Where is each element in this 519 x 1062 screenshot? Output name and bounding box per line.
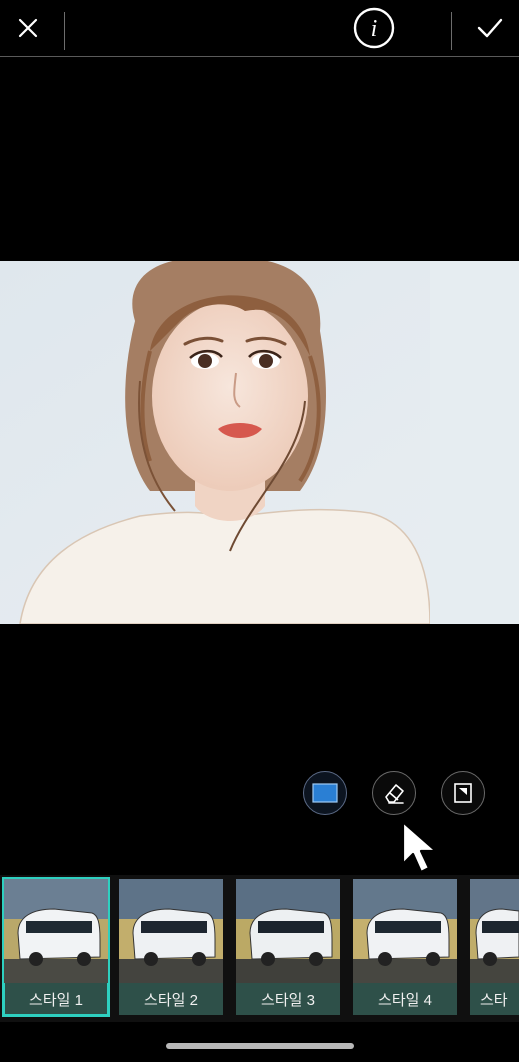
top-toolbar: i	[0, 0, 519, 57]
home-indicator[interactable]	[166, 1043, 354, 1049]
fill-selection-icon	[312, 783, 338, 803]
mouse-pointer-icon	[401, 820, 438, 874]
style-label: 스타일 4	[378, 991, 432, 1009]
style-label: 스타일 3	[261, 991, 315, 1009]
selection-tools	[0, 771, 519, 819]
invert-selection-icon	[454, 783, 472, 803]
done-button[interactable]	[468, 0, 512, 56]
svg-text:i: i	[371, 16, 378, 42]
toolbar-divider-left	[64, 12, 65, 50]
photo-preview[interactable]	[0, 261, 519, 624]
style-thumbnail	[119, 879, 223, 983]
style-thumbnail	[470, 879, 519, 983]
info-button[interactable]: i	[350, 0, 398, 56]
style-thumbnail	[4, 879, 108, 983]
close-icon	[18, 18, 38, 38]
style-label: 스타일 1	[29, 991, 83, 1009]
fill-selection-button[interactable]	[303, 771, 347, 815]
info-icon: i	[353, 7, 395, 49]
style-thumbnail	[353, 879, 457, 983]
checkmark-icon	[477, 18, 503, 38]
style-strip[interactable]: 스타일 1 스타일 2 스타일 3 스타일 4 스타	[0, 875, 519, 1022]
style-thumbnail	[236, 879, 340, 983]
style-card-3[interactable]: 스타일 3	[236, 879, 340, 1015]
toolbar-divider-right	[451, 12, 452, 50]
style-label: 스타일 2	[144, 991, 198, 1009]
close-button[interactable]	[6, 0, 50, 56]
style-label: 스타	[480, 991, 508, 1009]
portrait-image	[0, 261, 519, 624]
style-card-4[interactable]: 스타일 4	[353, 879, 457, 1015]
style-card-5[interactable]: 스타	[470, 879, 519, 1015]
style-card-2[interactable]: 스타일 2	[119, 879, 223, 1015]
style-card-1[interactable]: 스타일 1	[2, 877, 110, 1017]
eraser-button[interactable]	[372, 771, 416, 815]
invert-selection-button[interactable]	[441, 771, 485, 815]
eraser-icon	[385, 784, 404, 804]
